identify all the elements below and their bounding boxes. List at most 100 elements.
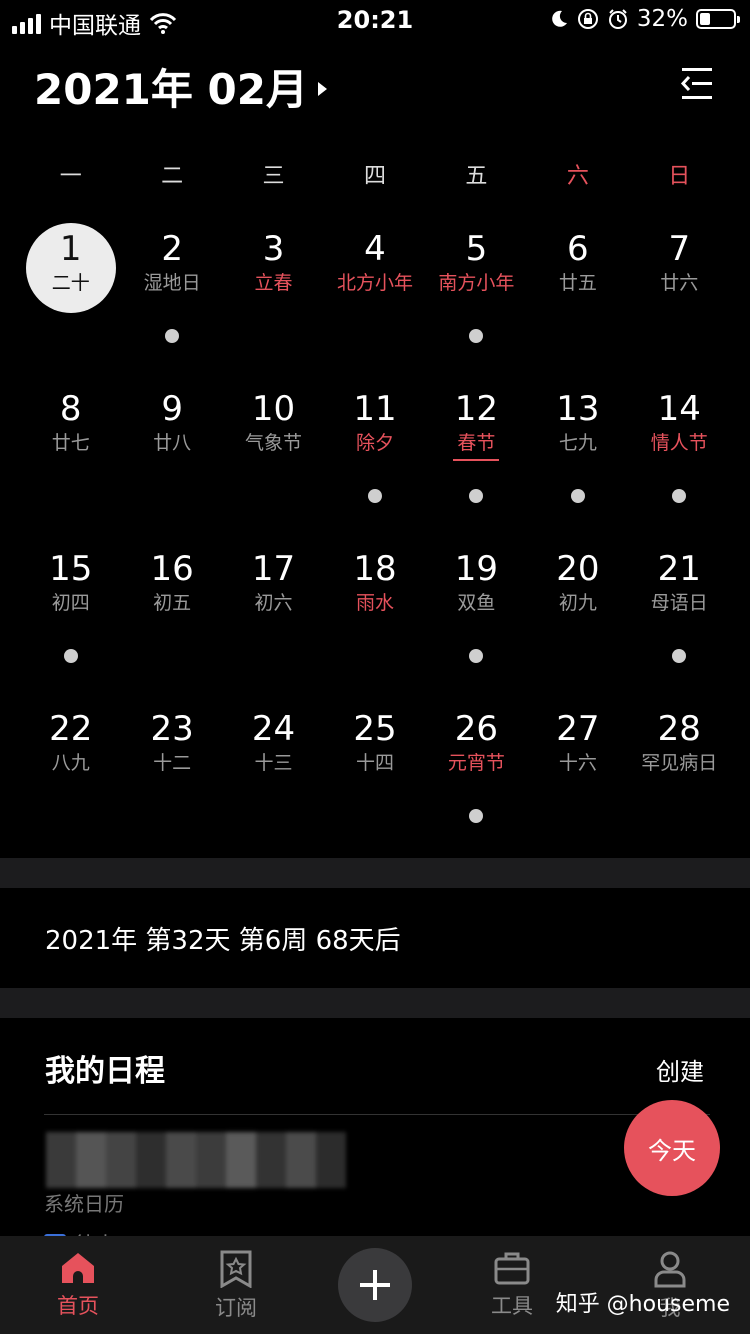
weekday-label: 四 (363, 164, 386, 189)
day-number: 2 (161, 229, 183, 269)
day-number: 16 (150, 549, 194, 589)
day-subtitle: 初六 (254, 592, 293, 614)
day-number: 19 (454, 549, 499, 589)
day-cell[interactable]: 21 母语日 (629, 525, 730, 685)
weekday-header: 一二三四五六日 (20, 158, 730, 190)
event-dot (469, 809, 484, 823)
day-subtitle: 廿七 (51, 432, 90, 454)
day-cell[interactable]: 9 廿八 (121, 365, 222, 525)
day-number: 20 (556, 549, 600, 589)
day-subtitle: 雨水 (355, 592, 394, 614)
day-cell[interactable]: 19 双鱼 (426, 525, 527, 685)
day-subtitle: 七九 (558, 432, 597, 454)
day-subtitle: 二十 (51, 272, 90, 294)
day-number: 15 (49, 549, 93, 589)
day-number: 7 (668, 229, 691, 269)
day-cell[interactable]: 8 廿七 (20, 365, 121, 525)
event-dot (63, 649, 78, 663)
schedule-title: 我的日程 (45, 1054, 165, 1089)
day-number: 28 (657, 709, 701, 749)
day-subtitle: 初五 (153, 592, 192, 614)
tab-home-label: 首页 (57, 1294, 99, 1318)
day-number: 5 (465, 229, 488, 269)
day-cell[interactable]: 18 雨水 (324, 525, 425, 685)
day-cell[interactable]: 28 罕见病日 (629, 685, 730, 845)
event-dot (469, 649, 484, 663)
day-cell[interactable]: 24 十三 (223, 685, 324, 845)
day-subtitle: 双鱼 (457, 592, 496, 614)
home-icon (62, 1253, 94, 1283)
day-cell[interactable]: 4 北方小年 (324, 205, 425, 365)
day-cell[interactable]: 12 春节 (426, 365, 527, 525)
caret-right-icon (317, 81, 327, 96)
day-cell[interactable]: 11 除夕 (324, 365, 425, 525)
day-number: 22 (49, 709, 93, 749)
day-number: 27 (556, 709, 600, 749)
day-cell[interactable]: 27 十六 (527, 685, 628, 845)
tab-subscribe[interactable]: 订阅 (176, 1250, 296, 1322)
day-number: 24 (251, 709, 296, 749)
day-cell[interactable]: 6 廿五 (527, 205, 628, 365)
create-button[interactable]: 创建 (656, 1052, 704, 1087)
divider (44, 1114, 710, 1115)
day-cell[interactable]: 10 气象节 (223, 365, 324, 525)
user-icon (654, 1251, 686, 1288)
day-subtitle: 十六 (558, 752, 597, 774)
day-subtitle: 南方小年 (438, 272, 515, 294)
today-button[interactable]: 今天 (624, 1100, 720, 1196)
day-number: 10 (251, 389, 296, 429)
moon-icon (552, 10, 567, 27)
day-cell[interactable]: 1 二十 (20, 205, 121, 365)
day-subtitle: 罕见病日 (641, 752, 718, 774)
day-cell[interactable]: 15 初四 (20, 525, 121, 685)
day-number: 6 (567, 229, 589, 269)
battery-percent: 32% (636, 6, 688, 32)
day-cell[interactable]: 25 十四 (324, 685, 425, 845)
day-subtitle: 廿六 (660, 272, 699, 294)
weekday-label: 三 (262, 164, 285, 189)
event-dot (672, 489, 687, 503)
tab-bar: 首页 订阅 工具 我 (0, 1236, 750, 1334)
weekday-label: 一 (59, 164, 82, 189)
weekday-label: 二 (161, 164, 184, 189)
event-dot (367, 489, 382, 503)
day-subtitle: 十三 (254, 752, 293, 774)
alarm-icon (608, 9, 627, 29)
day-subtitle: 初九 (558, 592, 597, 614)
day-cell[interactable]: 23 十二 (121, 685, 222, 845)
day-cell[interactable]: 20 初九 (527, 525, 628, 685)
add-button[interactable] (338, 1248, 412, 1322)
tab-tools[interactable]: 工具 (452, 1250, 572, 1320)
day-cell[interactable]: 5 南方小年 (426, 205, 527, 365)
day-number: 14 (657, 389, 701, 429)
day-cell[interactable]: 7 廿六 (629, 205, 730, 365)
weekday-label: 五 (465, 164, 488, 189)
day-subtitle: 十四 (355, 752, 394, 774)
day-subtitle: 廿五 (558, 272, 597, 294)
calendar-header: 2021年 02月 (0, 56, 750, 116)
briefcase-icon (494, 1252, 530, 1285)
day-cell[interactable]: 17 初六 (223, 525, 324, 685)
day-cell[interactable]: 22 八九 (20, 685, 121, 845)
day-cell[interactable]: 13 七九 (527, 365, 628, 525)
month-selector[interactable]: 2021年 02月 (34, 56, 327, 117)
calendar-source-label: 系统日历 (44, 1192, 124, 1216)
day-cell[interactable]: 14 情人节 (629, 365, 730, 525)
tab-subscribe-label: 订阅 (215, 1296, 257, 1320)
day-cell[interactable]: 26 元宵节 (426, 685, 527, 845)
redacted-event-title[interactable] (46, 1132, 346, 1188)
day-cell[interactable]: 3 立春 (223, 205, 324, 365)
day-number: 17 (251, 549, 296, 589)
month-title: 2021年 02月 (34, 65, 308, 114)
day-number: 25 (353, 709, 397, 749)
day-cell[interactable]: 2 湿地日 (121, 205, 222, 365)
bookmark-star-icon (220, 1250, 252, 1288)
day-number: 3 (262, 229, 285, 269)
event-dot (672, 649, 687, 663)
day-cell[interactable]: 16 初五 (121, 525, 222, 685)
day-subtitle: 十二 (153, 752, 192, 774)
menu-collapse-icon[interactable] (680, 62, 714, 106)
tab-home[interactable]: 首页 (18, 1250, 138, 1320)
day-info: 2021年 第32天 第6周 68天后 (45, 926, 401, 956)
battery-icon (696, 9, 740, 29)
